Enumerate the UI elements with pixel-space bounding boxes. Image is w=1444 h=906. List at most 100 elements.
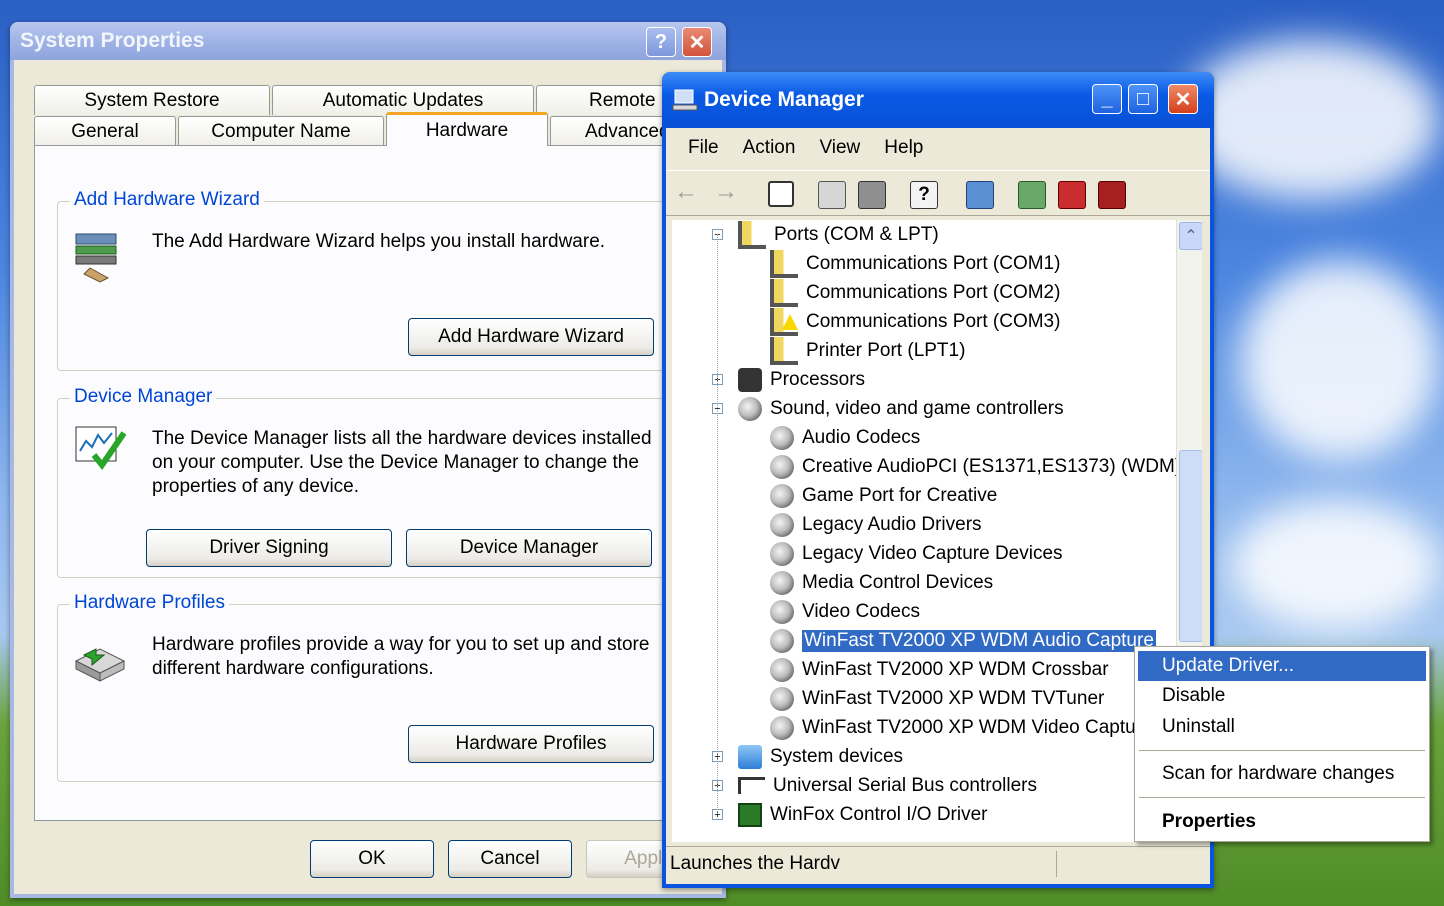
tree-device[interactable]: Legacy Video Capture Devices [770,539,1063,568]
back-arrow-icon[interactable]: ← [674,180,700,207]
tree-device[interactable]: WinFast TV2000 XP WDM Audio Capture [770,626,1157,655]
tab-hardware[interactable]: Hardware [386,112,548,146]
tree-node-label: Ports (COM & LPT) [774,223,939,245]
speaker-icon [770,657,794,682]
tree-device[interactable]: Printer Port (LPT1) [770,336,965,365]
close-button[interactable]: ✕ [682,27,712,57]
minimize-button[interactable]: _ [1092,84,1122,114]
tree-category[interactable]: + WinFox Control I/O Driver [712,800,988,829]
menu-help[interactable]: Help [872,137,935,159]
dm-close-button[interactable]: ✕ [1168,84,1198,114]
tree-node-label: Media Control Devices [802,571,994,593]
hardware-profiles-group-label: Hardware Profiles [70,592,229,614]
tree-device[interactable]: WinFast TV2000 XP WDM Video Capture [770,713,1153,742]
tree-node-label: Creative AudioPCI (ES1371,ES1373) (WDM) [802,455,1182,477]
driver-signing-button[interactable]: Driver Signing [146,529,392,567]
speaker-icon [770,570,794,595]
tree-category[interactable]: + Processors [712,365,866,394]
uninstall-device-icon[interactable] [1098,181,1126,209]
menu-file[interactable]: File [676,137,731,159]
update-driver-icon[interactable] [1018,181,1046,209]
disable-device-icon[interactable] [1058,181,1086,209]
cancel-button[interactable]: Cancel [448,840,572,878]
speaker-icon [770,454,794,479]
hardware-profiles-button[interactable]: Hardware Profiles [408,725,654,763]
speaker-icon [770,715,794,740]
menu-separator [1139,797,1425,798]
help-button[interactable]: ? [646,27,676,57]
add-hardware-group: Add Hardware Wizard The Add Hardware Wiz… [57,189,697,371]
maximize-button[interactable]: □ [1128,84,1158,114]
close-icon: ✕ [688,31,706,54]
cloud [1230,500,1440,630]
device-tree[interactable]: − Ports (COM & LPT) Communications Port (C… [672,220,1202,842]
port-icon [770,278,798,307]
chip-icon [738,802,762,827]
tree-node-label: WinFast TV2000 XP WDM TVTuner [802,687,1105,709]
chevron-up-icon: ⌃ [1184,228,1198,245]
system-properties-title: System Properties [20,29,205,52]
menu-item-disable[interactable]: Disable [1138,681,1426,711]
show-hide-tree-icon[interactable] [768,181,794,207]
tree-node-label: Legacy Video Capture Devices [802,542,1063,564]
speaker-icon [770,686,794,711]
hardware-tab-panel: Add Hardware Wizard The Add Hardware Wiz… [34,145,716,821]
tree-device[interactable]: WinFast TV2000 XP WDM TVTuner [770,684,1104,713]
tree-device[interactable]: Game Port for Creative [770,481,997,510]
properties-icon[interactable] [818,181,846,209]
maximize-icon: □ [1136,87,1150,110]
port-icon [770,249,798,278]
tree-category[interactable]: + Universal Serial Bus controllers [712,771,1037,800]
tree-node-label: Universal Serial Bus controllers [773,774,1037,796]
speaker-icon [770,599,794,624]
tab-automatic-updates[interactable]: Automatic Updates [272,85,534,115]
print-icon[interactable] [858,181,886,209]
speaker-icon [770,541,794,566]
tree-category[interactable]: − Ports (COM & LPT) [712,220,939,249]
scan-hardware-icon[interactable] [966,181,994,209]
ok-button[interactable]: OK [310,840,434,878]
tree-category[interactable]: − Sound, video and game controllers [712,394,1064,423]
device-manager-title-icon [672,89,698,111]
tab-system-restore[interactable]: System Restore [34,85,270,115]
scroll-thumb[interactable] [1179,450,1202,642]
tree-device[interactable]: Audio Codecs [770,423,920,452]
port-icon [770,336,798,365]
help-icon[interactable]: ? [910,181,938,209]
tab-general[interactable]: General [34,116,176,146]
menu-item-update-driver[interactable]: Update Driver... [1138,651,1426,681]
menu-bar: File Action View Help [666,130,1210,166]
device-manager-button[interactable]: Device Manager [406,529,652,567]
menu-item-properties[interactable]: Properties [1138,807,1426,837]
hardware-profiles-description: Hardware profiles provide a way for you … [152,634,650,679]
add-hardware-wizard-button[interactable]: Add Hardware Wizard [408,318,654,356]
menu-item-scan-hardware[interactable]: Scan for hardware changes [1138,759,1426,789]
tree-node-label: WinFast TV2000 XP WDM Crossbar [802,658,1109,680]
port-warning-icon [770,307,798,336]
device-manager-title: Device Manager [704,88,864,111]
tree-device[interactable]: Communications Port (COM2) [770,278,1060,307]
forward-arrow-icon[interactable]: → [714,180,740,207]
tree-device[interactable]: Communications Port (COM1) [770,249,1060,278]
tree-node-label: Audio Codecs [802,426,921,448]
system-properties-titlebar[interactable]: System Properties [10,22,726,60]
tree-node-label: Printer Port (LPT1) [806,339,966,361]
tree-device[interactable]: WinFast TV2000 XP WDM Crossbar [770,655,1109,684]
device-manager-group: Device Manager The Device Manager lists … [57,386,697,578]
menu-item-uninstall[interactable]: Uninstall [1138,712,1426,742]
tree-node-label: System devices [770,745,904,767]
tree-device[interactable]: Communications Port (COM3) [770,307,1060,336]
tree-device[interactable]: Media Control Devices [770,568,993,597]
processor-icon [738,367,762,392]
tree-node-label: WinFox Control I/O Driver [770,803,988,825]
tree-category[interactable]: + System devices [712,742,904,771]
menu-view[interactable]: View [807,137,872,159]
tree-node-label: Processors [770,368,866,390]
tree-device[interactable]: Video Codecs [770,597,920,626]
tree-device[interactable]: Legacy Audio Drivers [770,510,982,539]
tree-node-label: Video Codecs [802,600,920,622]
scroll-up-button[interactable]: ⌃ [1179,222,1202,250]
menu-action[interactable]: Action [731,137,808,159]
tree-device[interactable]: Creative AudioPCI (ES1371,ES1373) (WDM) [770,452,1181,481]
tab-computer-name[interactable]: Computer Name [178,116,384,146]
